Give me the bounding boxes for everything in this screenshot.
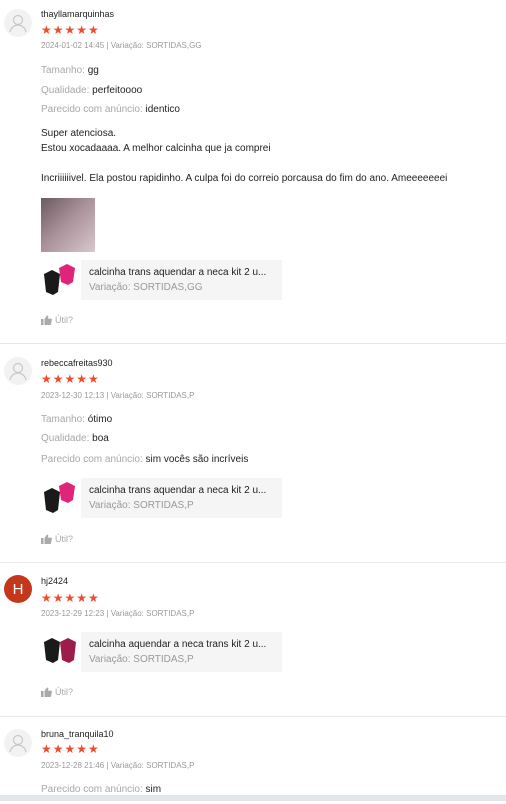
review-username: hj2424 — [41, 576, 69, 586]
star-rating: ★★★★★ — [41, 591, 100, 605]
attr-similar: Parecido com anúncio: sim — [41, 784, 162, 795]
review-username: bruna_tranquila10 — [41, 729, 114, 739]
thumbs-up-icon — [41, 534, 52, 544]
helpful-button[interactable]: Útil? — [41, 534, 73, 544]
product-name: calcinha trans aquendar a neca kit 2 u..… — [89, 485, 267, 496]
attr-size: Tamanho: ótimo — [41, 414, 113, 425]
product-card[interactable]: calcinha aquendar a neca trans kit 2 u..… — [41, 632, 282, 672]
review-username: rebeccafreitas930 — [41, 358, 113, 368]
star-rating: ★★★★★ — [41, 23, 100, 37]
thumbs-up-icon — [41, 315, 52, 325]
attr-similar: Parecido com anúncio: identico — [41, 104, 180, 115]
product-card[interactable]: calcinha trans aquendar a neca kit 2 u..… — [41, 478, 282, 518]
review-username: thayllamarquinhas — [41, 9, 115, 19]
product-thumbnail — [41, 478, 81, 518]
review-item: H hj2424 ★★★★★ 2023-12-29 12:23 | Variaç… — [0, 563, 506, 717]
star-rating: ★★★★★ — [41, 742, 100, 756]
user-avatar-icon — [4, 729, 32, 757]
review-item: thayllamarquinhas ★★★★★ 2024-01-02 14:45… — [0, 0, 506, 344]
attr-size: Tamanho: gg — [41, 65, 99, 76]
product-thumbnail — [41, 632, 81, 672]
review-text: Super atenciosa. Estou xocadaaaa. A melh… — [41, 128, 448, 184]
product-card[interactable]: calcinha trans aquendar a neca kit 2 u..… — [41, 260, 282, 300]
user-avatar-icon — [4, 9, 32, 37]
helpful-button[interactable]: Útil? — [41, 687, 73, 697]
product-variation: Variação: SORTIDAS,P — [89, 500, 194, 511]
thumbs-up-icon — [41, 687, 52, 697]
user-avatar: H — [4, 575, 32, 603]
review-meta: 2023-12-28 21:46 | Variação: SORTIDAS,P — [41, 761, 195, 770]
user-avatar-icon — [4, 357, 32, 385]
bottom-bar — [0, 795, 506, 801]
attr-quality: Qualidade: perfeitoooo — [41, 85, 143, 96]
review-item: rebeccafreitas930 ★★★★★ 2023-12-30 12:13… — [0, 344, 506, 563]
review-photo[interactable] — [41, 198, 95, 252]
review-meta: 2023-12-29 12:23 | Variação: SORTIDAS,P — [41, 609, 195, 618]
review-meta: 2024-01-02 14:45 | Variação: SORTIDAS,GG — [41, 41, 202, 50]
star-rating: ★★★★★ — [41, 372, 100, 386]
attr-quality: Qualidade: boa — [41, 433, 109, 444]
product-variation: Variação: SORTIDAS,GG — [89, 282, 203, 293]
product-thumbnail — [41, 260, 81, 300]
review-meta: 2023-12-30 12:13 | Variação: SORTIDAS,P — [41, 391, 195, 400]
product-variation: Variação: SORTIDAS,P — [89, 654, 194, 665]
review-item: bruna_tranquila10 ★★★★★ 2023-12-28 21:46… — [0, 717, 506, 804]
attr-similar: Parecido com anúncio: sim vocês são incr… — [41, 454, 249, 465]
product-name: calcinha trans aquendar a neca kit 2 u..… — [89, 267, 267, 278]
helpful-button[interactable]: Útil? — [41, 315, 73, 325]
product-name: calcinha aquendar a neca trans kit 2 u..… — [89, 639, 267, 650]
